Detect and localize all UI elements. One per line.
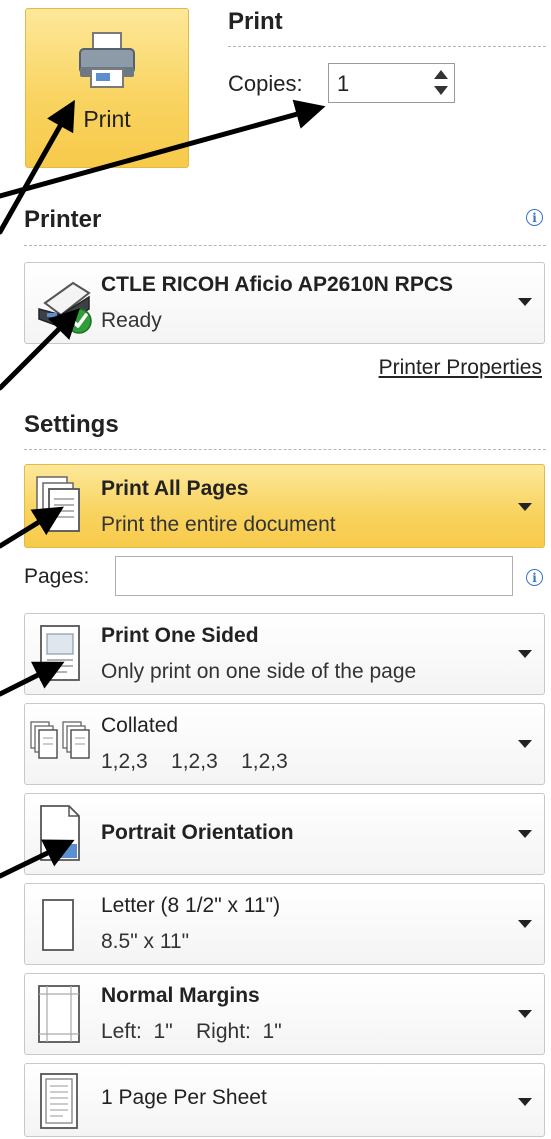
copies-value: 1 bbox=[337, 71, 350, 96]
collation-dropdown[interactable]: Collated 1,2,3 1,2,3 1,2,3 bbox=[24, 703, 545, 785]
printer-device-icon bbox=[33, 273, 97, 342]
printer-icon bbox=[77, 31, 137, 94]
copies-label: Copies: bbox=[228, 71, 303, 96]
setting-subtitle: Print the entire document bbox=[101, 513, 336, 536]
chevron-down-icon bbox=[518, 920, 532, 928]
print-divider bbox=[228, 46, 546, 47]
setting-title: Collated bbox=[101, 714, 179, 737]
printer-properties-link[interactable]: Printer Properties bbox=[379, 356, 542, 380]
setting-subtitle: 1,2,3 1,2,3 1,2,3 bbox=[101, 750, 288, 773]
setting-title: Letter (8 1/2" x 11") bbox=[101, 894, 281, 917]
margins-dropdown[interactable]: Normal Margins Left: 1" Right: 1" bbox=[24, 973, 545, 1055]
pages-per-sheet-dropdown[interactable]: 1 Page Per Sheet bbox=[24, 1063, 545, 1137]
printer-status: Ready bbox=[101, 309, 162, 332]
printer-section-title: Printer bbox=[24, 206, 102, 233]
pages-label: Pages: bbox=[24, 565, 90, 588]
collated-icon bbox=[29, 718, 97, 773]
one-sided-icon bbox=[33, 622, 85, 691]
chevron-down-icon bbox=[518, 740, 532, 748]
printer-dropdown[interactable]: CTLE RICOH Aficio AP2610N RPCS Ready bbox=[24, 262, 545, 344]
all-pages-icon bbox=[33, 473, 85, 542]
sides-dropdown[interactable]: Print One Sided Only print on one side o… bbox=[24, 613, 545, 695]
margins-icon bbox=[33, 982, 85, 1051]
chevron-down-icon bbox=[518, 650, 532, 658]
setting-title: Portrait Orientation bbox=[101, 821, 294, 844]
page-per-sheet-icon bbox=[33, 1070, 85, 1137]
chevron-down-icon bbox=[518, 298, 532, 306]
chevron-down-icon bbox=[518, 503, 532, 511]
printer-name: CTLE RICOH Aficio AP2610N RPCS bbox=[101, 273, 454, 296]
chevron-down-icon bbox=[518, 830, 532, 838]
settings-section-title: Settings bbox=[24, 411, 119, 438]
chevron-down-icon bbox=[518, 1098, 532, 1106]
portrait-icon bbox=[33, 802, 85, 871]
copies-stepper[interactable]: 1 bbox=[328, 63, 455, 103]
spin-down-icon[interactable] bbox=[434, 86, 448, 95]
settings-divider bbox=[24, 449, 546, 450]
paper-size-dropdown[interactable]: Letter (8 1/2" x 11") 8.5" x 11" bbox=[24, 883, 545, 965]
letter-icon bbox=[33, 896, 85, 961]
setting-title: Print All Pages bbox=[101, 477, 249, 500]
pages-input[interactable] bbox=[115, 556, 513, 596]
info-icon[interactable]: i bbox=[526, 569, 543, 586]
spin-up-icon[interactable] bbox=[434, 70, 448, 79]
setting-title: Print One Sided bbox=[101, 624, 259, 647]
orientation-dropdown[interactable]: Portrait Orientation bbox=[24, 793, 545, 875]
print-range-dropdown[interactable]: Print All Pages Print the entire documen… bbox=[24, 464, 545, 548]
print-button-label: Print bbox=[83, 106, 131, 132]
print-button[interactable]: Print bbox=[25, 8, 189, 168]
setting-subtitle: Only print on one side of the page bbox=[101, 660, 417, 683]
info-icon[interactable]: i bbox=[526, 209, 543, 226]
setting-title: Normal Margins bbox=[101, 984, 260, 1007]
setting-title: 1 Page Per Sheet bbox=[101, 1086, 267, 1109]
setting-subtitle: 8.5" x 11" bbox=[101, 930, 190, 953]
printer-divider bbox=[24, 245, 546, 246]
chevron-down-icon bbox=[518, 1010, 532, 1018]
copies-spinner[interactable] bbox=[428, 64, 454, 102]
print-section-title: Print bbox=[228, 8, 283, 35]
setting-subtitle: Left: 1" Right: 1" bbox=[101, 1020, 282, 1043]
